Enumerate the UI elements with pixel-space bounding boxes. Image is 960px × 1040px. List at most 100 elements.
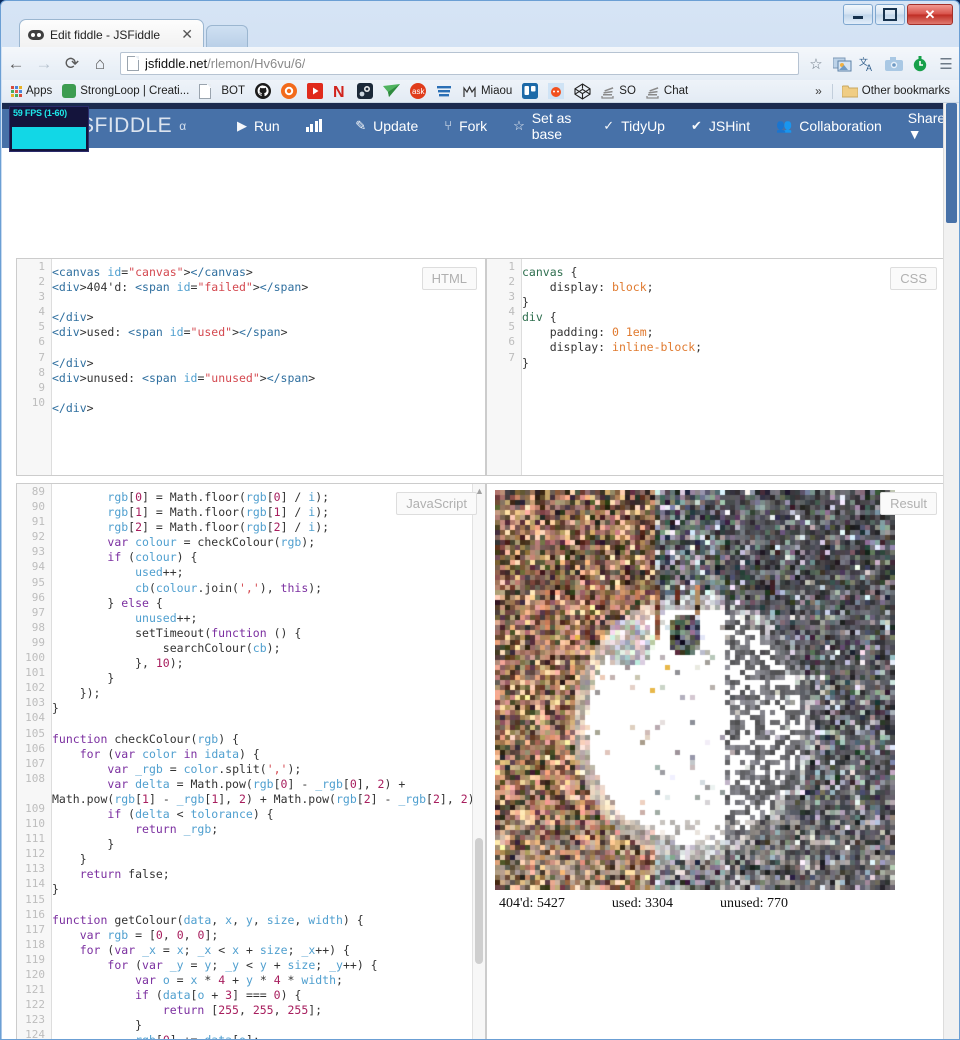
set-as-base-label: Set as base	[531, 109, 572, 142]
bookmark-blue-lines[interactable]	[431, 82, 457, 100]
image-stack-icon[interactable]	[829, 51, 855, 77]
line-number: 4	[38, 305, 45, 319]
css-editor-panel[interactable]: CSS 1234567 canvas { display: block;} div…	[486, 258, 946, 476]
line-number: 110	[25, 817, 45, 831]
bookmark-label: Miaou	[480, 85, 513, 97]
tab-close-icon[interactable]: ✕	[177, 26, 197, 43]
bookmark-github[interactable]	[250, 82, 276, 100]
bookmark-orange[interactable]	[276, 82, 302, 100]
code-line: }	[522, 295, 529, 310]
code-line: rgb[2] = Math.floor(rgb[2] / i);	[107, 520, 330, 535]
code-line: }, 10);	[52, 656, 184, 671]
bookmark-bot[interactable]: BOT	[194, 83, 250, 100]
javascript-scrollbar-thumb[interactable]	[475, 838, 483, 964]
page-scrollbar[interactable]	[943, 103, 959, 1039]
bookmark-codepen[interactable]	[569, 82, 596, 101]
stopwatch-icon[interactable]	[907, 51, 933, 77]
bookmark-steam[interactable]	[352, 82, 378, 100]
line-number: 124	[25, 1028, 45, 1039]
code-line: rgb[0] += data[o];	[52, 1033, 485, 1039]
html-code[interactable]: <canvas id="canvas"></canvas> <div>404'd:…	[52, 265, 485, 416]
bookmarks-separator	[831, 83, 833, 99]
code-line: canvas {	[522, 265, 578, 279]
reload-button[interactable]: ⟳	[58, 50, 86, 78]
home-button[interactable]: ⌂	[86, 50, 114, 78]
share-label: Share ▼	[907, 109, 946, 142]
bookmark-miaou[interactable]: Miaou	[457, 83, 517, 100]
hamburger-menu-icon: ☰	[939, 55, 953, 73]
fork-label: Fork	[459, 117, 488, 134]
css-line-numbers: 1 234567	[487, 259, 522, 475]
line-number: 107	[25, 756, 45, 770]
javascript-editor-panel[interactable]: JavaScript 89 90 91 92 93 94 95 96 97 98 99 100 101 1…	[16, 483, 486, 1039]
fork-button[interactable]: ⑂ Fork	[431, 103, 500, 148]
line-number: 102	[25, 681, 45, 695]
code-line: </div>	[52, 355, 94, 370]
star-icon: ☆	[809, 55, 823, 73]
browser-menu-button[interactable]: ☰	[933, 51, 959, 77]
bookmark-chat[interactable]: Chat	[641, 83, 693, 100]
update-button[interactable]: ✎ Update	[342, 103, 431, 148]
javascript-scrollbar[interactable]: ▲ ▼	[472, 484, 485, 1039]
jsfiddle-toolbar: ▶ Run ✎ Update ⑂ Fork ☆ Set as base ✓ Ti…	[224, 103, 959, 148]
code-line: var delta = Math.pow(rgb[0] - _rgb[0], 2…	[52, 776, 482, 806]
collaboration-button[interactable]: 👥 Collaboration	[763, 103, 895, 148]
brand-sub: α	[179, 119, 187, 133]
bookmark-youtube[interactable]	[302, 82, 328, 100]
unused-value: 770	[767, 896, 789, 911]
css-codemirror[interactable]: 1234567 canvas { display: block;} div { p…	[487, 259, 945, 475]
fps-meter-graph	[12, 127, 86, 149]
code-line: }	[522, 355, 529, 370]
line-number: 3	[508, 290, 515, 304]
play-icon: ▶	[237, 117, 247, 133]
css-code[interactable]: canvas { display: block;} div { padding: …	[522, 265, 945, 371]
used-value: 3304	[644, 896, 673, 911]
address-bar[interactable]: jsfiddle.net/rlemon/Hv6vu/6/	[120, 52, 799, 75]
code-line: function checkColour(rgb) {	[52, 731, 239, 746]
bookmark-apps[interactable]: Apps	[6, 84, 57, 98]
url-path: /rlemon/Hv6vu/6/	[207, 56, 306, 71]
bookmark-trello[interactable]	[517, 82, 543, 100]
code-line: </div>	[52, 400, 94, 415]
url-text: jsfiddle.net/rlemon/Hv6vu/6/	[145, 56, 305, 71]
paper-plane-icon	[382, 84, 400, 97]
other-bookmarks-button[interactable]: Other bookmarks	[837, 84, 955, 99]
set-as-base-button[interactable]: ☆ Set as base	[500, 103, 590, 148]
ask-icon: ask	[409, 83, 426, 99]
line-number: 119	[25, 952, 45, 966]
code-line: for (var color in idata) {	[79, 746, 260, 761]
tidyup-button[interactable]: ✓ TidyUp	[590, 103, 678, 148]
code-line: return _rgb;	[135, 822, 219, 837]
bookmarks-overflow-button[interactable]: »	[809, 84, 828, 98]
failed-value: 5427	[536, 896, 565, 911]
html-codemirror[interactable]: 1 2 3 4 5 6 7 8 9 10 <canvas id="canvas"></canvas…	[17, 259, 485, 475]
bookmark-reddit[interactable]	[543, 82, 569, 100]
camera-icon[interactable]	[881, 51, 907, 77]
bookmark-so[interactable]: SO	[596, 83, 641, 100]
javascript-codemirror[interactable]: 89 90 91 92 93 94 95 96 97 98 99 100 101 102 103 104 105…	[17, 484, 485, 1039]
bookmark-star-button[interactable]: ☆	[803, 51, 829, 77]
stats-button[interactable]	[293, 103, 343, 148]
back-button[interactable]: ←	[2, 50, 30, 78]
bookmark-netflix[interactable]: N	[328, 82, 352, 100]
line-number: 112	[25, 847, 45, 861]
line-number: 108	[25, 771, 45, 785]
html-editor-panel[interactable]: HTML 1 2 3 4 5 6 7 8 9 10 <canvas id="canvas"></c…	[16, 258, 486, 476]
jshint-button[interactable]: ✔ JSHint	[678, 103, 763, 148]
forward-button[interactable]: →	[30, 50, 58, 78]
run-button[interactable]: ▶ Run	[224, 103, 293, 148]
javascript-code[interactable]: rgb[0] = Math.floor(rgb[0] / i); rgb[1] …	[52, 490, 485, 1039]
line-number: 103	[25, 696, 45, 710]
line-number: 5	[38, 320, 45, 334]
unused-label: unused:	[719, 896, 764, 911]
bookmark-paper-plane[interactable]	[378, 83, 405, 99]
translate-icon[interactable]: 文A	[855, 51, 881, 77]
bookmark-strongloop[interactable]: StrongLoop | Creati...	[57, 83, 194, 99]
page-scrollbar-thumb[interactable]	[946, 103, 957, 223]
netflix-icon: N	[333, 84, 345, 99]
code-line: }	[52, 701, 59, 716]
browser-tab[interactable]: Edit fiddle - JSFiddle ✕	[19, 19, 204, 49]
code-line: padding: 0 1em;	[549, 325, 654, 340]
bookmark-ask[interactable]: ask	[405, 82, 431, 100]
